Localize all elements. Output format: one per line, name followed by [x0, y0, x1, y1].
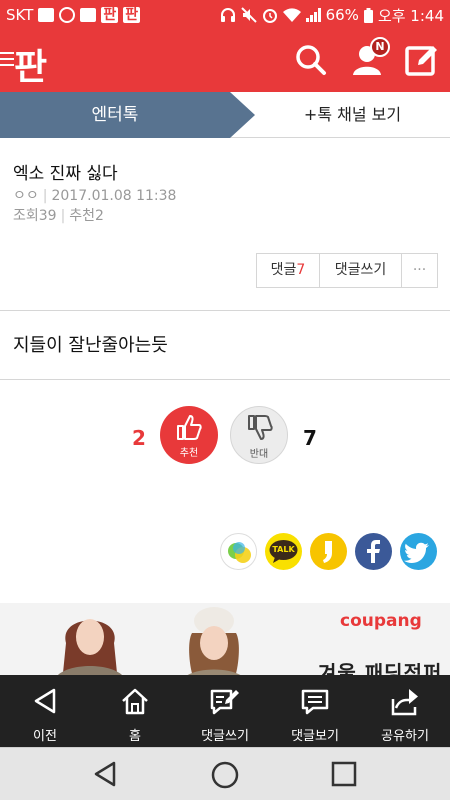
recommend-label: 추천	[179, 448, 199, 459]
edit-icon	[405, 46, 437, 76]
tab-entertalk-label: 엔터톡	[91, 105, 139, 125]
share-twitter-button[interactable]	[400, 533, 437, 570]
app-logo[interactable]: 판	[14, 38, 47, 90]
post-stats: 조회39 | 추천2	[13, 208, 104, 224]
comments-count: 7	[296, 262, 306, 278]
comments-icon	[301, 689, 329, 715]
share-kakaotalk-button[interactable]: TALK	[265, 533, 302, 570]
band-icon	[228, 542, 251, 563]
nav-home-label: 홈	[129, 729, 141, 744]
pann-notification-icon-2: 판	[123, 7, 141, 23]
back-arrow-icon	[34, 688, 56, 714]
message-icon	[38, 8, 55, 22]
oppose-button[interactable]: 반대	[230, 406, 288, 464]
clock: 오후 1:44	[377, 6, 444, 25]
nav-write-comment-button[interactable]: 댓글쓰기	[180, 675, 270, 747]
post-body: 지들이 잘난줄아는듯	[13, 335, 168, 356]
divider	[0, 379, 450, 380]
ad-banner[interactable]: coupang 겨울 패딩점퍼	[0, 603, 450, 675]
signal-icon	[305, 8, 321, 22]
tab-channel-view[interactable]: +톡 채널 보기	[255, 92, 450, 138]
alarm-icon	[262, 9, 277, 23]
system-recents-icon[interactable]	[330, 760, 358, 788]
system-home-icon[interactable]	[210, 760, 240, 790]
nav-write-comment-label: 댓글쓰기	[201, 729, 249, 744]
share-kakaostory-button[interactable]	[310, 533, 347, 570]
system-nav-bar	[0, 747, 450, 800]
search-icon	[296, 45, 326, 75]
pann-notification-icon: 판	[101, 7, 119, 23]
share-facebook-button[interactable]	[355, 533, 392, 570]
comments-button[interactable]: 댓글7	[257, 254, 320, 287]
recommend-vote-count: 2	[132, 426, 146, 450]
write-comment-button[interactable]: 댓글쓰기	[320, 254, 402, 287]
my-account-button[interactable]: N	[350, 37, 390, 77]
mute-icon	[240, 7, 257, 23]
share-icon	[391, 689, 418, 716]
kakaostory-icon	[323, 541, 332, 563]
battery-level: 66%	[325, 6, 359, 24]
recommend-count: 추천2	[69, 208, 104, 224]
g-app-icon	[59, 7, 76, 23]
nav-home-button[interactable]: 홈	[90, 675, 180, 747]
recommend-button[interactable]: 추천	[160, 406, 218, 464]
post-meta: ㅇㅇ | 2017.01.08 11:38	[13, 188, 177, 204]
search-button[interactable]	[294, 43, 328, 77]
wifi-icon	[282, 8, 301, 22]
notification-badge: N	[370, 37, 390, 57]
oppose-label: 반대	[249, 449, 269, 460]
comment-actions: 댓글7 댓글쓰기 ···	[256, 253, 438, 288]
divider	[0, 310, 450, 311]
nav-prev-label: 이전	[33, 729, 57, 744]
share-band-button[interactable]	[220, 533, 257, 570]
tab-bar: 엔터톡 +톡 채널 보기	[0, 92, 450, 138]
home-icon	[122, 688, 148, 715]
thumbs-up-icon	[177, 415, 202, 440]
write-post-button[interactable]	[405, 43, 439, 77]
oppose-vote-count: 7	[303, 426, 317, 450]
bottom-nav: 이전 홈 댓글쓰기 댓글보기 공유하기	[0, 675, 450, 747]
thumbs-down-icon	[248, 415, 273, 440]
ad-model-image-2	[187, 607, 241, 675]
facebook-icon	[367, 540, 380, 563]
post-title: 엑소 진짜 싫다	[13, 164, 118, 184]
nav-view-comments-button[interactable]: 댓글보기	[270, 675, 360, 747]
post-date: 2017.01.08 11:38	[51, 188, 177, 204]
nav-prev-button[interactable]: 이전	[0, 675, 90, 747]
carrier-label: SKT	[6, 6, 34, 24]
system-back-icon[interactable]	[92, 760, 120, 788]
post-author[interactable]: ㅇㅇ	[13, 188, 39, 204]
status-bar: SKT 판 판 66% 오후 1:44	[0, 0, 450, 30]
nav-share-button[interactable]: 공유하기	[360, 675, 450, 747]
battery-icon	[363, 7, 373, 23]
view-count: 조회39	[13, 208, 57, 224]
comments-label: 댓글	[270, 262, 297, 278]
nav-view-comments-label: 댓글보기	[291, 729, 339, 744]
ad-model-image	[58, 619, 122, 675]
image-icon	[80, 8, 97, 22]
menu-icon[interactable]	[0, 52, 14, 70]
tab-entertalk[interactable]: 엔터톡	[0, 92, 255, 138]
write-comment-icon	[210, 689, 239, 715]
more-button[interactable]: ···	[402, 254, 437, 287]
ad-brand-logo: coupang	[340, 611, 422, 631]
kakaotalk-label: TALK	[272, 545, 295, 554]
twitter-icon	[404, 542, 429, 563]
headphones-icon	[220, 8, 235, 22]
ad-headline: 겨울 패딩점퍼	[318, 661, 443, 675]
nav-share-label: 공유하기	[381, 729, 429, 744]
app-header: 판 N	[0, 30, 450, 92]
